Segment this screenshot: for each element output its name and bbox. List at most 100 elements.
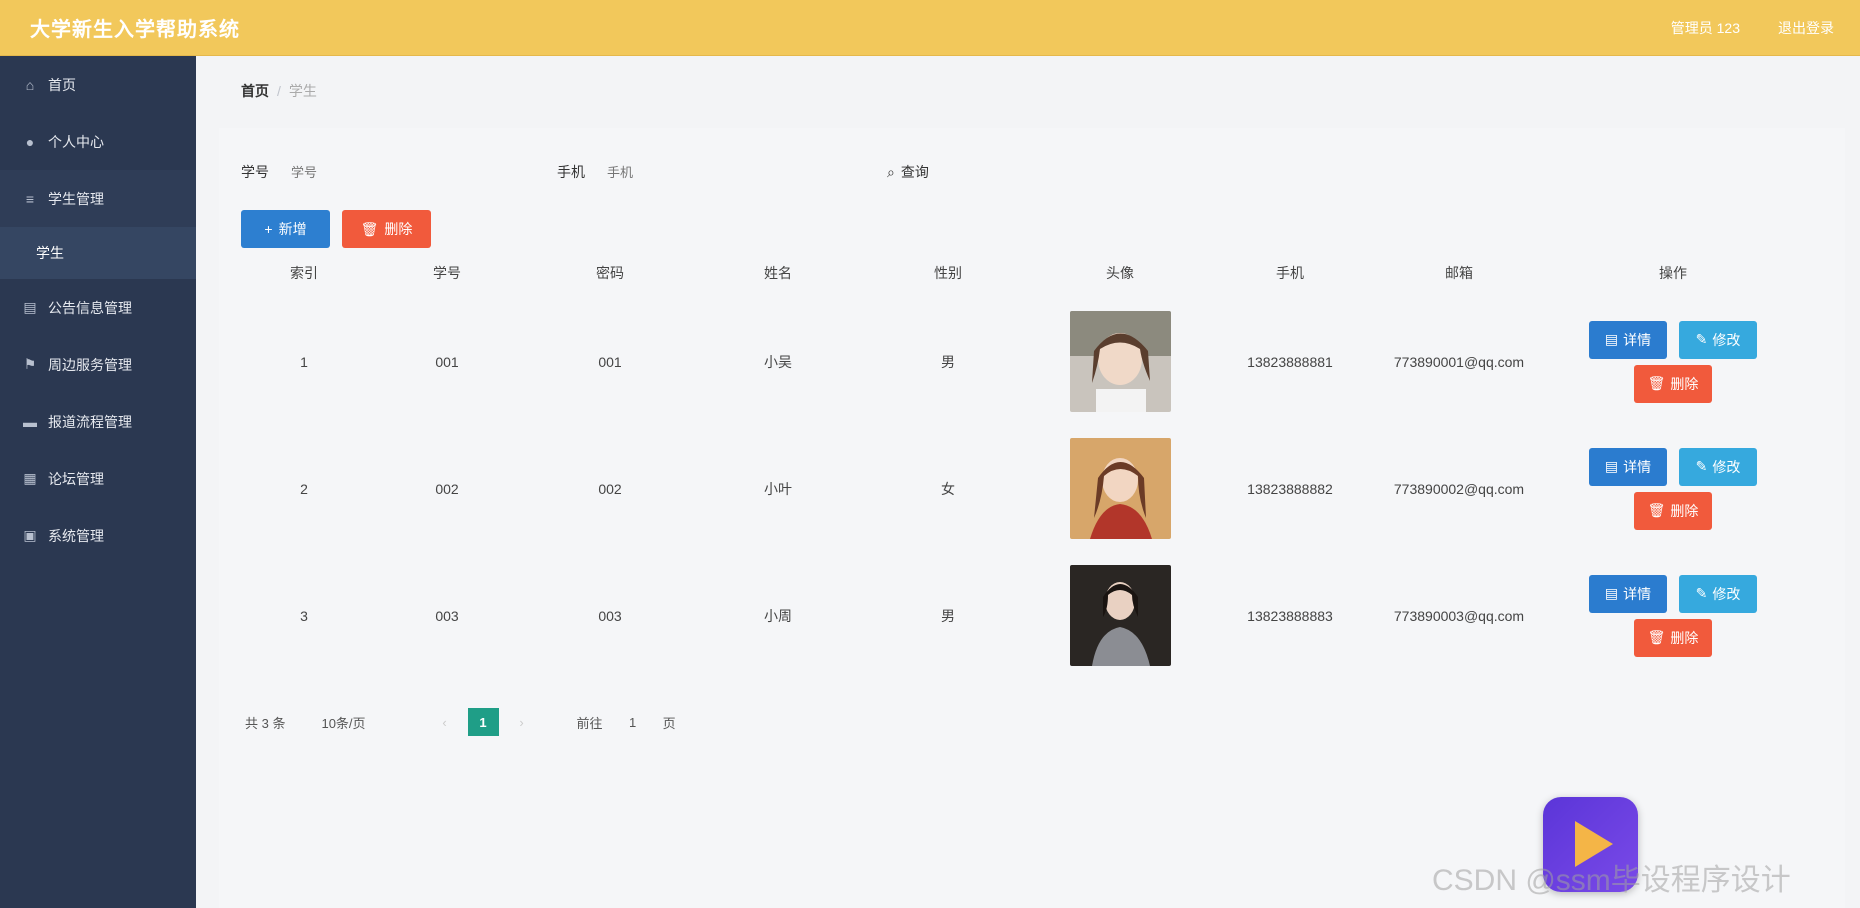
delete-button-label: 删除 — [1670, 502, 1699, 519]
sidebar-item-system[interactable]: ▣ 系统管理 — [0, 507, 196, 564]
avatar — [1069, 438, 1171, 539]
avatar — [1069, 311, 1171, 412]
detail-button-label: 详情 — [1623, 585, 1652, 602]
column-header: 索引 — [290, 265, 318, 281]
sidebar: ⌂ 首页 ● 个人中心 ≡ 学生管理 学生 ▤ 公告信息管理 ⚑ 周边服务管理 … — [0, 56, 196, 908]
sidebar-item-profile[interactable]: ● 个人中心 — [0, 113, 196, 170]
row-actions: ▤ 详情 ✎ 修改 🗑 删除 — [1545, 574, 1801, 657]
grid-icon: ▦ — [23, 470, 37, 486]
column-header: 性别 — [934, 265, 962, 281]
sidebar-subitem-student[interactable]: 学生 — [0, 227, 196, 279]
trash-icon: 🗑 — [1647, 375, 1666, 391]
detail-icon: ▤ — [1604, 585, 1619, 601]
row-actions: ▤ 详情 ✎ 修改 🗑 删除 — [1545, 320, 1801, 403]
trash-icon: 🗑 — [1647, 502, 1666, 518]
logout-link[interactable]: 退出登录 — [1778, 18, 1834, 38]
main-area: 首页 / 学生 学号 手机 ⌕ 查询 + 新增 🗑 删除 — [219, 56, 1860, 908]
detail-button[interactable]: ▤ 详情 — [1589, 320, 1667, 359]
column-header: 密码 — [596, 265, 624, 281]
cell-email: 773890001@qq.com — [1393, 353, 1525, 370]
detail-button[interactable]: ▤ 详情 — [1589, 574, 1667, 613]
column-header: 学号 — [433, 265, 461, 281]
student-table: 索引 学号 密码 姓名 性别 头像 手机 邮箱 操作 1 001 001 小吴 … — [241, 248, 1801, 679]
search-form: 学号 手机 ⌕ 查询 — [241, 156, 929, 188]
delete-button-label: 删除 — [1670, 629, 1699, 646]
user-icon: ● — [25, 133, 35, 150]
toolbar: + 新增 🗑 删除 — [241, 210, 431, 248]
detail-button[interactable]: ▤ 详情 — [1589, 447, 1667, 486]
batch-delete-button[interactable]: 🗑 删除 — [342, 210, 431, 248]
sidebar-item-label: 学生管理 — [48, 190, 104, 207]
table-header: 索引 学号 密码 姓名 性别 头像 手机 邮箱 操作 — [241, 248, 1801, 298]
admin-label[interactable]: 管理员 123 — [1671, 18, 1740, 38]
plus-icon: + — [264, 221, 273, 237]
add-button[interactable]: + 新增 — [241, 210, 330, 248]
header-actions: 管理员 123 退出登录 — [1671, 18, 1834, 38]
row-delete-button[interactable]: 🗑 删除 — [1634, 491, 1712, 530]
monitor-icon: ▬ — [23, 413, 37, 430]
cell-phone: 13823888882 — [1247, 480, 1333, 497]
student-id-input[interactable] — [291, 156, 491, 188]
table-row: 3 003 003 小周 男 13823888883 773890003@qq.… — [241, 552, 1801, 679]
sidebar-item-student-management[interactable]: ≡ 学生管理 — [0, 170, 196, 227]
watermark-text: CSDN @ssm毕设程序设计 — [1432, 864, 1791, 897]
cell-index: 3 — [300, 607, 308, 624]
edit-button-label: 修改 — [1712, 458, 1741, 475]
page-size-select[interactable]: 10条/页 — [321, 713, 365, 732]
edit-button-label: 修改 — [1712, 331, 1741, 348]
detail-icon: ▤ — [1604, 458, 1619, 474]
phone-input[interactable] — [607, 156, 807, 188]
cell-password: 001 — [598, 353, 622, 370]
sidebar-item-forum[interactable]: ▦ 论坛管理 — [0, 450, 196, 507]
column-header: 操作 — [1659, 265, 1687, 281]
column-header: 邮箱 — [1445, 265, 1473, 281]
row-delete-button[interactable]: 🗑 删除 — [1634, 364, 1712, 403]
breadcrumb-home[interactable]: 首页 — [241, 81, 269, 101]
top-header: 大学新生入学帮助系统 管理员 123 退出登录 — [0, 0, 1860, 56]
cell-email: 773890002@qq.com — [1393, 480, 1525, 497]
sidebar-item-notice[interactable]: ▤ 公告信息管理 — [0, 279, 196, 336]
app-title: 大学新生入学帮助系统 — [30, 19, 240, 41]
cell-phone: 13823888881 — [1247, 353, 1333, 370]
sidebar-item-report-flow[interactable]: ▬ 报道流程管理 — [0, 393, 196, 450]
table-row: 2 002 002 小叶 女 13823888882 773890002@qq.… — [241, 425, 1801, 552]
cell-password: 002 — [598, 480, 622, 497]
sidebar-item-label: 首页 — [48, 76, 76, 93]
cell-student-id: 003 — [435, 607, 459, 624]
sidebar-item-home[interactable]: ⌂ 首页 — [0, 56, 196, 113]
cell-phone: 13823888883 — [1247, 607, 1333, 624]
cell-student-id: 001 — [435, 353, 459, 370]
search-icon: ⌕ — [887, 163, 895, 180]
student-id-label: 学号 — [241, 164, 269, 180]
list-icon: ≡ — [25, 190, 35, 207]
detail-icon: ▤ — [1604, 331, 1619, 347]
column-header: 手机 — [1276, 265, 1304, 281]
edit-button[interactable]: ✎ 修改 — [1679, 447, 1757, 486]
next-page-icon[interactable]: › — [507, 715, 537, 730]
edit-icon: ✎ — [1695, 585, 1708, 601]
edit-button[interactable]: ✎ 修改 — [1679, 320, 1757, 359]
cell-name: 小周 — [764, 607, 792, 624]
row-delete-button[interactable]: 🗑 删除 — [1634, 618, 1712, 657]
column-header: 头像 — [1106, 265, 1134, 281]
query-button[interactable]: ⌕ 查询 — [887, 162, 929, 182]
cell-sex: 男 — [941, 607, 955, 624]
cell-password: 003 — [598, 607, 622, 624]
prev-page-icon[interactable]: ‹ — [430, 715, 460, 730]
pagination-total: 共 3 条 — [245, 715, 286, 731]
delete-button-label: 删除 — [384, 221, 413, 237]
edit-button-label: 修改 — [1712, 585, 1741, 602]
home-icon: ⌂ — [25, 76, 35, 93]
edit-icon: ✎ — [1695, 458, 1708, 474]
content-panel: 学号 手机 ⌕ 查询 + 新增 🗑 删除 索引 学号 密码 — [219, 128, 1845, 908]
cell-student-id: 002 — [435, 480, 459, 497]
sidebar-item-label: 周边服务管理 — [48, 356, 132, 373]
cell-sex: 男 — [941, 353, 955, 370]
goto-page-input[interactable]: 1 — [621, 715, 645, 730]
edit-button[interactable]: ✎ 修改 — [1679, 574, 1757, 613]
cell-sex: 女 — [941, 480, 955, 497]
column-header: 姓名 — [764, 265, 792, 281]
page-number-active[interactable]: 1 — [467, 708, 499, 736]
sidebar-item-services[interactable]: ⚑ 周边服务管理 — [0, 336, 196, 393]
delete-button-label: 删除 — [1670, 375, 1699, 392]
